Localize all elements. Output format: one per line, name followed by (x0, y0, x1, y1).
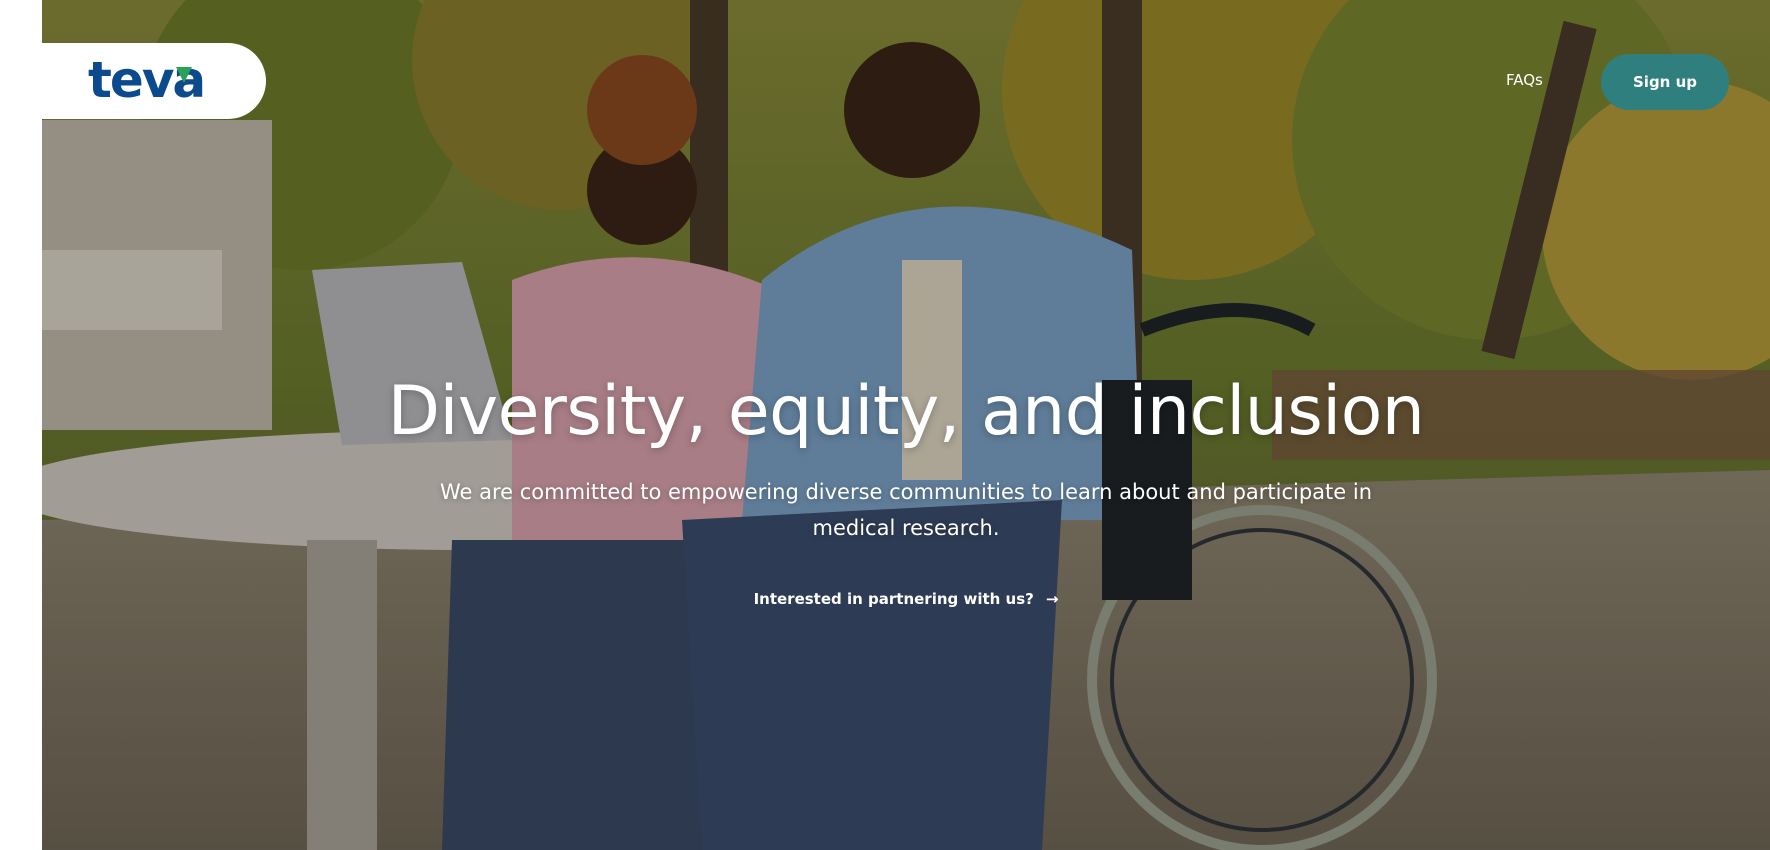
signup-button[interactable]: Sign up (1601, 54, 1729, 110)
partner-cta-label: Interested in partnering with us? (753, 590, 1034, 608)
nav-faqs-link[interactable]: FAQs (1506, 71, 1543, 89)
teva-logo[interactable]: teva (84, 53, 224, 109)
logo-container[interactable]: teva (42, 43, 266, 119)
partner-cta-link[interactable]: Interested in partnering with us? → (0, 590, 1770, 608)
hero-subtitle: We are committed to empowering diverse c… (439, 480, 1373, 540)
page-title: Diversity, equity, and inclusion (387, 372, 1425, 451)
arrow-right-icon: → (1045, 590, 1059, 608)
logo-text: teva (88, 53, 204, 109)
